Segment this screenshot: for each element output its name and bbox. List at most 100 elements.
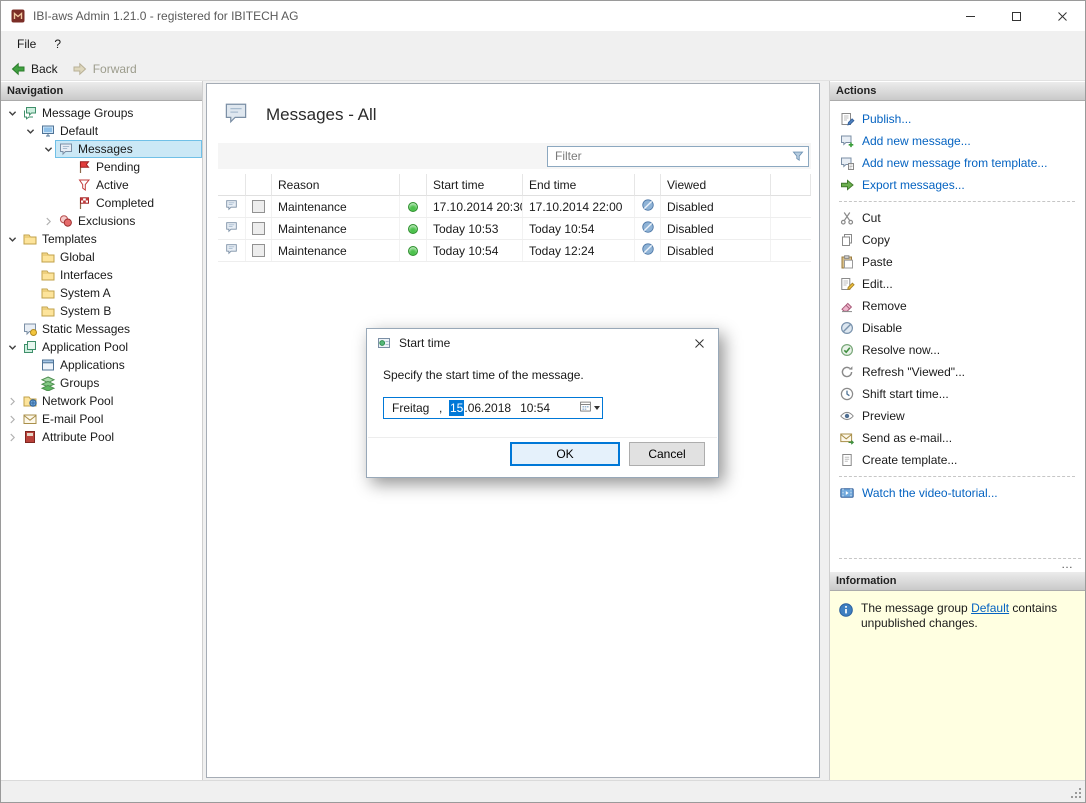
resize-grip[interactable] <box>1070 787 1083 800</box>
action-preview[interactable]: Preview <box>839 405 1081 427</box>
status-dot-icon <box>408 202 418 212</box>
tree-label: Messages <box>78 142 133 156</box>
filter-input[interactable] <box>555 149 791 163</box>
tree-item-interfaces[interactable]: Interfaces <box>1 266 202 284</box>
action-cut[interactable]: Cut <box>839 207 1081 229</box>
column-header-viewed-icon[interactable] <box>635 174 661 196</box>
default-group-link[interactable]: Default <box>971 601 1009 615</box>
filter-box <box>547 146 809 167</box>
chevron-expanded-icon[interactable] <box>5 232 19 246</box>
tree-item-default[interactable]: Default <box>1 122 202 140</box>
column-header-checkbox[interactable] <box>246 174 272 196</box>
actions-overflow-indicator[interactable]: … <box>839 558 1081 571</box>
cancel-button[interactable]: Cancel <box>629 442 705 466</box>
dialog-titlebar[interactable]: Start time <box>367 329 718 357</box>
close-button[interactable] <box>1039 1 1085 31</box>
message-row[interactable]: Maintenance Today 10:54 Today 12:24 Disa… <box>218 240 811 262</box>
tree-item-templates[interactable]: Templates <box>1 230 202 248</box>
action-add-new-message[interactable]: Add new message... <box>839 130 1081 152</box>
tree-item-applications[interactable]: Applications <box>1 356 202 374</box>
tree-item-messages[interactable]: Messages <box>1 140 202 158</box>
action-edit[interactable]: Edit... <box>839 273 1081 295</box>
filter-funnel-icon[interactable] <box>791 149 805 163</box>
tree-item-completed[interactable]: Completed <box>1 194 202 212</box>
action-copy[interactable]: Copy <box>839 229 1081 251</box>
action-export-messages[interactable]: Export messages... <box>839 174 1081 196</box>
attribute-pool-icon <box>22 429 38 445</box>
action-refresh-viewed[interactable]: Refresh "Viewed"... <box>839 361 1081 383</box>
tree-item-active[interactable]: Active <box>1 176 202 194</box>
tree-item-attribute-pool[interactable]: Attribute Pool <box>1 428 202 446</box>
action-add-new-message-from-template[interactable]: Add new message from template... <box>839 152 1081 174</box>
chevron-collapsed-icon[interactable] <box>5 412 19 426</box>
column-header-viewed[interactable]: Viewed <box>661 174 771 196</box>
maximize-button[interactable] <box>993 1 1039 31</box>
video-tutorial-icon <box>839 485 855 501</box>
start-time-dialog: Start time Specify the start time of the… <box>366 328 719 478</box>
information-panel: Information The message group Default co… <box>830 571 1085 780</box>
row-checkbox[interactable] <box>252 200 265 213</box>
table-header-row: Reason Start time End time Viewed <box>218 174 811 196</box>
action-resolve-now[interactable]: Resolve now... <box>839 339 1081 361</box>
exclusions-icon <box>58 213 74 229</box>
message-row[interactable]: Maintenance Today 10:53 Today 10:54 Disa… <box>218 218 811 240</box>
column-header-icon[interactable] <box>218 174 246 196</box>
information-message: The message group Default contains unpub… <box>830 591 1085 641</box>
picker-day-selected[interactable]: 15 <box>449 400 464 416</box>
cell-reason: Maintenance <box>272 196 400 217</box>
action-disable[interactable]: Disable <box>839 317 1081 339</box>
tree-item-global[interactable]: Global <box>1 248 202 266</box>
column-header-reason[interactable]: Reason <box>272 174 400 196</box>
tree-item-email-pool[interactable]: E-mail Pool <box>1 410 202 428</box>
chevron-expanded-icon[interactable] <box>5 340 19 354</box>
message-row[interactable]: Maintenance 17.10.2014 20:30 17.10.2014 … <box>218 196 811 218</box>
row-checkbox[interactable] <box>252 244 265 257</box>
ok-button[interactable]: OK <box>510 442 620 466</box>
calendar-dropdown-button[interactable] <box>576 398 602 418</box>
action-send-as-email[interactable]: Send as e-mail... <box>839 427 1081 449</box>
chevron-expanded-icon[interactable] <box>41 142 55 156</box>
tree-item-pending[interactable]: Pending <box>1 158 202 176</box>
action-shift-start-time[interactable]: Shift start time... <box>839 383 1081 405</box>
action-paste[interactable]: Paste <box>839 251 1081 273</box>
chevron-expanded-icon[interactable] <box>5 106 19 120</box>
tree-item-exclusions[interactable]: Exclusions <box>1 212 202 230</box>
column-header-start-time[interactable]: Start time <box>427 174 523 196</box>
tree-item-message-groups[interactable]: Message Groups <box>1 104 202 122</box>
tree-item-network-pool[interactable]: Network Pool <box>1 392 202 410</box>
chevron-spacer <box>23 250 37 264</box>
viewed-disabled-icon <box>641 220 655 237</box>
row-checkbox[interactable] <box>252 222 265 235</box>
tree-item-groups[interactable]: Groups <box>1 374 202 392</box>
action-create-template[interactable]: Create template... <box>839 449 1081 471</box>
minimize-button[interactable] <box>947 1 993 31</box>
tree-item-system-a[interactable]: System A <box>1 284 202 302</box>
tree-label: Message Groups <box>42 106 133 120</box>
menu-file[interactable]: File <box>8 33 45 55</box>
application-pool-icon <box>22 339 38 355</box>
forward-button[interactable]: Forward <box>68 59 145 79</box>
back-button[interactable]: Back <box>6 59 66 79</box>
chevron-collapsed-icon[interactable] <box>41 214 55 228</box>
folder-icon <box>40 285 56 301</box>
right-column: Actions Publish... Add new message... Ad… <box>829 81 1085 780</box>
column-header-end-time[interactable]: End time <box>523 174 635 196</box>
tree-label: Application Pool <box>42 340 128 354</box>
tree-item-system-b[interactable]: System B <box>1 302 202 320</box>
chevron-collapsed-icon[interactable] <box>5 394 19 408</box>
page-title: Messages - All <box>266 105 377 125</box>
column-header-status[interactable] <box>400 174 427 196</box>
chevron-collapsed-icon[interactable] <box>5 430 19 444</box>
action-watch-video-tutorial[interactable]: Watch the video-tutorial... <box>839 482 1081 504</box>
add-message-from-template-icon <box>839 155 855 171</box>
menu-help[interactable]: ? <box>45 33 70 55</box>
action-publish[interactable]: Publish... <box>839 108 1081 130</box>
tree-item-static-messages[interactable]: Static Messages <box>1 320 202 338</box>
active-flag-icon <box>76 177 92 193</box>
dialog-close-button[interactable] <box>682 329 716 357</box>
tree-item-application-pool[interactable]: Application Pool <box>1 338 202 356</box>
picker-comma: , <box>439 401 449 415</box>
chevron-expanded-icon[interactable] <box>23 124 37 138</box>
action-remove[interactable]: Remove <box>839 295 1081 317</box>
datetime-picker[interactable]: Freitag , 15 .06.2018 10:54 <box>383 397 603 419</box>
